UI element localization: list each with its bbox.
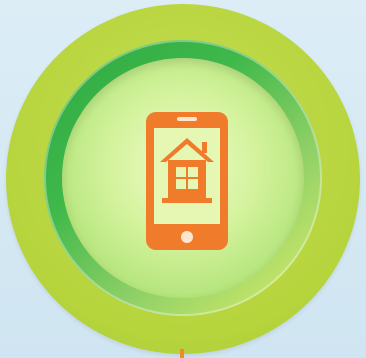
- connector-stem: [180, 349, 184, 358]
- phone-home-icon: [146, 112, 228, 250]
- badge-canvas: [0, 0, 366, 358]
